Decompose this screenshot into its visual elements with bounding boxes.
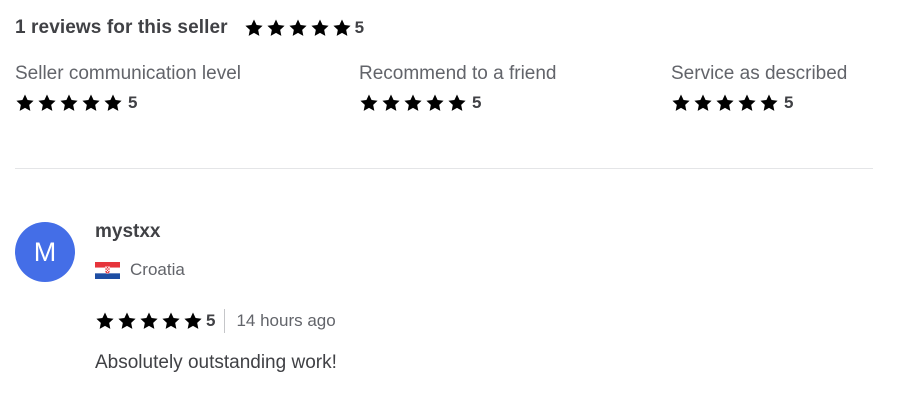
review-rating-value: 5 [206, 311, 216, 330]
rating-separator [224, 309, 226, 333]
star-icon [139, 311, 159, 331]
star-icon [117, 311, 137, 331]
star-icon [244, 18, 264, 38]
star-icon [59, 93, 79, 113]
star-icon [81, 93, 101, 113]
reviewer-username[interactable]: mystxx [95, 221, 161, 243]
star-icon [37, 93, 57, 113]
breakdown-stars: 5 [359, 93, 557, 113]
star-icon [381, 93, 401, 113]
star-icon [15, 93, 35, 113]
breakdown-stars: 5 [15, 93, 241, 113]
star-icon [332, 18, 352, 38]
breakdown-recommend: Recommend to a friend 5 [359, 63, 557, 113]
star-icon [359, 93, 379, 113]
star-icon [310, 18, 330, 38]
breakdown-label: Recommend to a friend [359, 63, 557, 84]
star-icon [161, 311, 181, 331]
star-icon [266, 18, 286, 38]
star-icon [715, 93, 735, 113]
breakdown-stars: 5 [671, 93, 847, 113]
summary-rating-value: 5 [354, 18, 365, 37]
country-name: Croatia [130, 260, 185, 279]
summary-stars [244, 18, 352, 38]
star-icon [759, 93, 779, 113]
star-icon [737, 93, 757, 113]
breakdown-rating-value: 5 [472, 93, 482, 112]
star-icon [403, 93, 423, 113]
breakdown-label: Service as described [671, 63, 848, 84]
section-divider [15, 168, 873, 169]
review-stars [95, 311, 203, 331]
star-icon [671, 93, 691, 113]
review-text: Absolutely outstanding work! [95, 352, 337, 373]
star-icon [693, 93, 713, 113]
reviews-count-title: 1 reviews for this seller [15, 17, 228, 38]
breakdown-rating-value: 5 [784, 93, 794, 112]
review-rating: 5 14 hours ago [95, 309, 336, 333]
reviewer-country: Croatia [95, 260, 185, 280]
star-icon [288, 18, 308, 38]
croatia-flag-icon [95, 261, 120, 279]
breakdown-service: Service as described 5 [671, 63, 847, 113]
star-icon [103, 93, 123, 113]
star-icon [447, 93, 467, 113]
breakdown-label: Seller communication level [15, 63, 241, 84]
star-icon [183, 311, 203, 331]
review-timestamp: 14 hours ago [236, 311, 336, 330]
breakdown-rating-value: 5 [128, 93, 138, 112]
avatar[interactable]: M [15, 222, 75, 282]
reviews-summary: 1 reviews for this seller 5 [15, 17, 364, 39]
star-icon [425, 93, 445, 113]
breakdown-communication: Seller communication level 5 [15, 63, 241, 113]
star-icon [95, 311, 115, 331]
